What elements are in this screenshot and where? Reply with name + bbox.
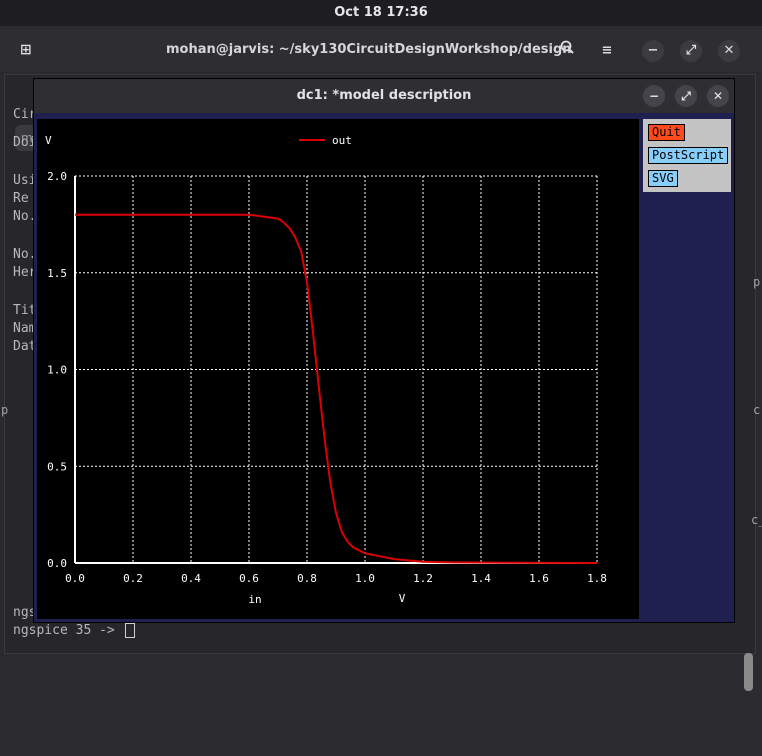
terminal-prompt[interactable]: ngspice 35 -> (13, 623, 135, 638)
postscript-button[interactable]: PostScript (648, 147, 729, 164)
plot-window-title: dc1: *model description (296, 88, 472, 103)
maximize-icon[interactable]: ⤢ (675, 85, 697, 107)
right-edge-text: c (753, 403, 761, 417)
scrollbar-thumb[interactable] (744, 653, 753, 691)
left-edge-text: p (1, 403, 9, 417)
prompt-text: ngspice 35 -> (13, 623, 123, 638)
right-edge-text: c_ (751, 513, 762, 527)
plot-canvas[interactable]: 0.0 0.2 0.4 0.6 0.8 1.0 1.2 1.4 1.6 1.8 0.0 0.5 1.0 1… (37, 119, 639, 619)
dc-sweep-chart: 0.0 0.2 0.4 0.6 0.8 1.0 1.2 1.4 1.6 1.8 0.0 0.5 1.0 1… (45, 134, 607, 606)
y-tick-label: 2.0 (47, 170, 67, 183)
x-tick-label: 1.0 (355, 572, 375, 585)
desktop: Oct 18 17:36 ⊞ mohan@jarvis: ~/sky130Cir… (0, 0, 762, 756)
terminal-line: Re (13, 191, 29, 206)
x-tick-label: 1.4 (471, 572, 491, 585)
close-icon[interactable]: ✕ (718, 40, 740, 62)
legend-label: out (332, 134, 352, 147)
y-tick-label: 0.5 (47, 460, 67, 473)
maximize-icon[interactable]: ⤢ (680, 40, 702, 62)
y-tick-label: 1.0 (47, 364, 67, 377)
series-line-out (75, 213, 598, 564)
hamburger-menu-icon[interactable]: ≡ (596, 40, 618, 62)
x-tick-label: 1.8 (587, 572, 607, 585)
close-icon[interactable]: ✕ (707, 85, 729, 107)
x-tick-label: 0.8 (297, 572, 317, 585)
x-tick-label: 0.0 (65, 572, 85, 585)
terminal-title: mohan@jarvis: ~/sky130CircuitDesignWorks… (166, 42, 572, 57)
plot-window: dc1: *model description − ⤢ ✕ 0.0 0.2 0.4 0… (33, 78, 735, 623)
minimize-icon[interactable]: − (642, 40, 664, 62)
svg-button[interactable]: SVG (648, 170, 678, 187)
quit-button[interactable]: Quit (648, 124, 685, 141)
x-tick-label: 1.6 (529, 572, 549, 585)
text-cursor (124, 623, 135, 638)
system-top-bar: Oct 18 17:36 (0, 0, 762, 26)
x-tick-label: 0.2 (123, 572, 143, 585)
right-edge-text: p (753, 275, 761, 289)
y-axis-unit: V (45, 134, 52, 147)
minimize-icon[interactable]: − (643, 85, 665, 107)
new-tab-icon[interactable]: ⊞ (20, 42, 38, 60)
x-tick-label: 0.6 (239, 572, 259, 585)
plot-window-header[interactable]: dc1: *model description − ⤢ ✕ (34, 79, 734, 113)
y-tick-label: 0.0 (47, 557, 67, 570)
terminal-header: ⊞ mohan@jarvis: ~/sky130CircuitDesignWor… (0, 30, 762, 72)
x-tick-label: 1.2 (413, 572, 433, 585)
search-icon[interactable] (556, 40, 578, 62)
plot-button-panel: Quit PostScript SVG (643, 119, 731, 192)
x-tick-label: 0.4 (181, 572, 201, 585)
clock[interactable]: Oct 18 17:36 (334, 5, 428, 20)
y-tick-label: 1.5 (47, 267, 67, 280)
x-axis-unit: V (399, 592, 406, 605)
x-axis-label: in (248, 593, 261, 606)
